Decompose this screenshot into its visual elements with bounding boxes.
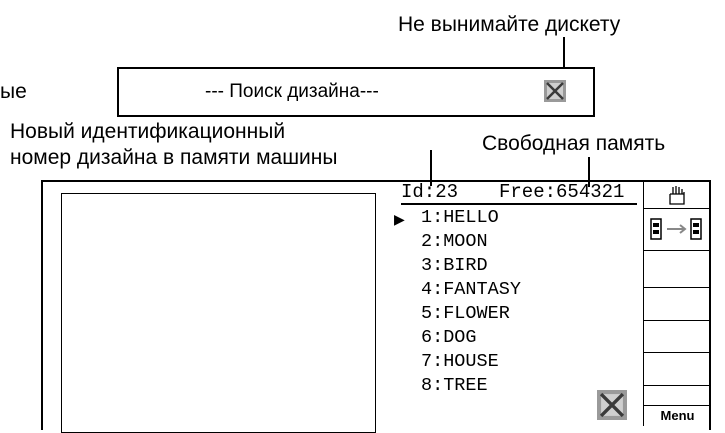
- design-item-dog[interactable]: 6:DOG: [421, 326, 521, 350]
- side-button-5[interactable]: [644, 321, 710, 353]
- free-memory-label: Free:654321: [499, 181, 625, 203]
- card-transfer-button[interactable]: [644, 209, 710, 251]
- id-label: Id:23: [401, 181, 459, 203]
- hand-icon: [669, 186, 685, 205]
- side-button-6[interactable]: [644, 353, 710, 386]
- disk-busy-icon-screen: [597, 390, 627, 420]
- design-item-fantasy[interactable]: 4:FANTASY: [421, 278, 521, 302]
- design-item-hello[interactable]: 1:HELLO: [421, 206, 521, 230]
- design-item-moon[interactable]: 2:MOON: [421, 230, 521, 254]
- annotation-cut-left: ые: [0, 80, 27, 103]
- header-divider: [401, 203, 637, 205]
- banner-text: --- Поиск дизайна---: [205, 81, 379, 102]
- menu-button[interactable]: Menu: [643, 405, 711, 425]
- design-preview-pane: [61, 193, 376, 433]
- design-item-house[interactable]: 7:HOUSE: [421, 350, 521, 374]
- card-transfer-icon: [650, 218, 702, 240]
- design-list[interactable]: 1:HELLO 2:MOON 3:BIRD 4:FANTASY 5:FLOWER…: [421, 206, 521, 398]
- side-button-3[interactable]: [644, 251, 710, 288]
- selection-cursor-icon: ▶: [394, 211, 405, 227]
- disk-busy-icon: [544, 80, 566, 102]
- side-button-column: [643, 181, 711, 426]
- side-button-4[interactable]: [644, 288, 710, 321]
- annotation-dont-remove-disk: Не вынимайте дискету: [398, 13, 621, 36]
- design-item-tree[interactable]: 8:TREE: [421, 374, 521, 398]
- annotation-new-id-line1: Новый идентификационный: [10, 120, 286, 143]
- annotation-free-memory: Свободная память: [482, 132, 666, 155]
- annotation-new-id-line2: номер дизайна в памяти машины: [10, 146, 338, 169]
- design-item-flower[interactable]: 5:FLOWER: [421, 302, 521, 326]
- hand-button[interactable]: [644, 181, 710, 209]
- side-button-7[interactable]: [644, 386, 710, 405]
- search-banner: --- Поиск дизайна---: [117, 67, 595, 117]
- design-item-bird[interactable]: 3:BIRD: [421, 254, 521, 278]
